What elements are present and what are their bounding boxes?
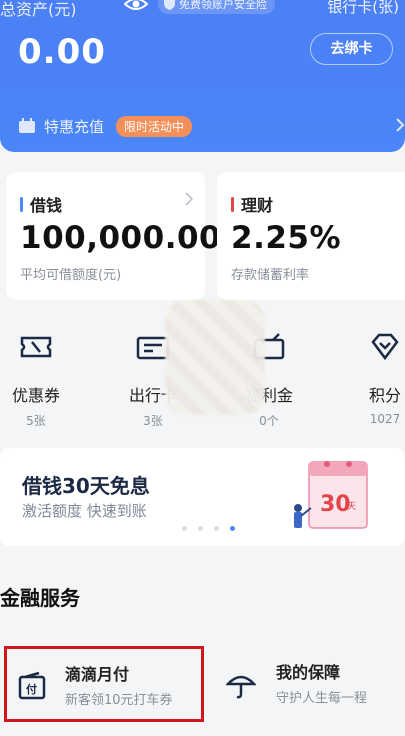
calendar-icon	[19, 118, 35, 133]
eye-icon[interactable]	[123, 0, 149, 14]
chevron-right-icon[interactable]	[395, 117, 405, 133]
pay-icon: 付	[18, 671, 46, 700]
calendar-day-unit: 天	[347, 502, 356, 512]
invest-card-header: 理财	[231, 192, 273, 216]
bank-card-label[interactable]: 银行卡(张)	[327, 0, 399, 17]
banner-title: 借钱30天免息	[22, 474, 150, 498]
service-desc: 守护人生每一程	[276, 691, 368, 706]
section-title: 金融服务	[0, 586, 80, 610]
shortcut-count: 5张	[26, 414, 46, 428]
borrow-subtitle: 平均可借额度(元)	[20, 268, 122, 283]
carousel-dot-active[interactable]	[230, 526, 235, 531]
svg-text:付: 付	[26, 682, 37, 696]
diamond-icon	[371, 333, 399, 361]
total-assets-label: 总资产(元)	[0, 0, 77, 19]
mosaic-overlay	[165, 300, 265, 415]
calendar-illustration: 30 天	[294, 461, 368, 529]
header-top-row: 总资产(元) 免费领账户安全险 银行卡(张)	[0, 0, 405, 19]
shield-icon	[164, 0, 175, 10]
invest-card[interactable]: 理财 2.25% 存款储蓄利率	[217, 172, 405, 300]
invest-accent-bar	[231, 196, 234, 212]
umbrella-icon	[226, 675, 256, 699]
shortcut-points[interactable]: 积分 1027	[345, 330, 405, 426]
borrow-title: 借钱	[30, 196, 63, 215]
borrow-accent-bar	[20, 196, 23, 212]
shortcut-label: 优惠券	[11, 386, 60, 405]
carousel-dots	[182, 526, 235, 531]
recharge-row[interactable]: 特惠充值 限时活动中	[18, 115, 193, 137]
service-name: 我的保障	[276, 663, 341, 682]
invest-title: 理财	[241, 196, 274, 215]
shortcut-label: 积分	[368, 386, 401, 405]
insurance-pill[interactable]: 免费领账户安全险	[158, 0, 275, 14]
insurance-label: 免费领账户安全险	[179, 0, 267, 11]
borrow-card[interactable]: 借钱 100,000.00 平均可借额度(元)	[6, 172, 221, 300]
bind-card-button[interactable]: 去绑卡	[310, 33, 393, 65]
carousel-dot[interactable]	[182, 526, 187, 531]
promo-banner[interactable]: 借钱30天免息 激活额度 快速到账 30 天	[0, 448, 405, 546]
carousel-dot[interactable]	[198, 526, 203, 531]
service-desc: 新客领10元打车券	[65, 693, 173, 708]
borrow-amount: 100,000.00	[20, 220, 222, 256]
service-monthly-pay[interactable]: 付 滴滴月付 新客领10元打车券	[4, 646, 204, 722]
invest-subtitle: 存款储蓄利率	[231, 268, 310, 283]
invest-rate: 2.25%	[231, 220, 342, 256]
promo-badge: 限时活动中	[116, 115, 193, 137]
recharge-label: 特惠充值	[44, 117, 105, 136]
service-name: 滴滴月付	[65, 665, 130, 684]
banner-subtitle: 激活额度 快速到账	[22, 502, 147, 520]
shortcut-coupon[interactable]: 优惠券 5张	[0, 330, 76, 429]
borrow-card-header: 借钱	[20, 192, 62, 216]
shortcut-count: 1027	[369, 412, 401, 426]
balance-value: 0.00	[18, 32, 106, 72]
header-panel: 总资产(元) 免费领账户安全险 银行卡(张) 0.00 去绑卡 特惠充值 限时活…	[0, 0, 405, 152]
service-insurance[interactable]: 我的保障 守护人生每一程	[220, 646, 405, 722]
ticket-icon	[20, 336, 52, 358]
chevron-right-icon	[185, 192, 193, 206]
carousel-dot[interactable]	[214, 526, 219, 531]
